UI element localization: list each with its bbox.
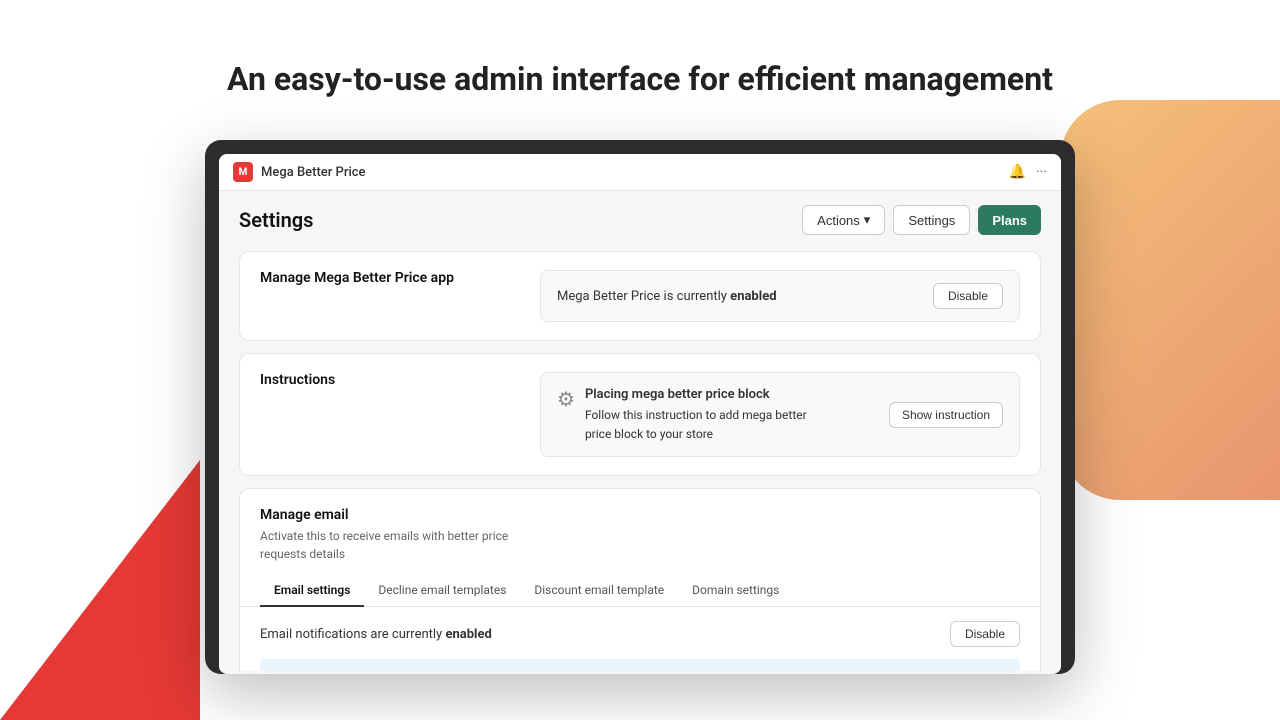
settings-title: Settings [239, 208, 313, 232]
gear-icon: ⚙ [557, 387, 575, 411]
plans-button[interactable]: Plans [978, 205, 1041, 235]
tab-domain-settings[interactable]: Domain settings [678, 575, 793, 607]
manage-app-card: Manage Mega Better Price app Mega Better… [239, 251, 1041, 341]
info-box: Create new sales channel with Mega Bette… [260, 659, 1020, 671]
settings-area: Settings Actions ▾ Settings Plans Manage… [219, 191, 1061, 671]
app-name: Mega Better Price [261, 165, 1009, 180]
app-status-text: Mega Better Price is currently enabled [557, 289, 777, 304]
laptop-screen: M Mega Better Price 🔔 ··· Settings Actio… [219, 154, 1061, 674]
topbar: M Mega Better Price 🔔 ··· [219, 154, 1061, 191]
manage-email-label: Manage email Activate this to receive em… [260, 507, 540, 563]
email-status-row: Email notifications are currently enable… [260, 621, 1020, 647]
manage-email-card: Manage email Activate this to receive em… [239, 488, 1041, 671]
tab-discount-template[interactable]: Discount email template [520, 575, 678, 607]
disable-app-button[interactable]: Disable [933, 283, 1003, 309]
settings-button[interactable]: Settings [893, 205, 970, 235]
instructions-card: Instructions ⚙ Placing mega better price… [239, 353, 1041, 476]
more-icon[interactable]: ··· [1036, 164, 1047, 180]
tab-decline-templates[interactable]: Decline email templates [364, 575, 520, 607]
instructions-content: ⚙ Placing mega better price block Follow… [540, 372, 1020, 457]
instruction-text: Placing mega better price block Follow t… [585, 385, 807, 444]
tab-email-settings[interactable]: Email settings [260, 575, 364, 607]
disable-email-button[interactable]: Disable [950, 621, 1020, 647]
settings-header: Settings Actions ▾ Settings Plans [239, 205, 1041, 235]
instruction-box: ⚙ Placing mega better price block Follow… [540, 372, 1020, 457]
actions-button[interactable]: Actions ▾ [802, 205, 885, 235]
instructions-label: Instructions [260, 372, 540, 388]
page-heading: An easy-to-use admin interface for effic… [227, 60, 1053, 98]
notification-icon[interactable]: 🔔 [1009, 164, 1026, 180]
show-instruction-button[interactable]: Show instruction [889, 402, 1003, 428]
laptop-frame: M Mega Better Price 🔔 ··· Settings Actio… [205, 140, 1075, 674]
app-logo: M [233, 162, 253, 182]
manage-app-label: Manage Mega Better Price app [260, 270, 540, 286]
topbar-icons: 🔔 ··· [1009, 164, 1047, 180]
app-status-row: Mega Better Price is currently enabled D… [540, 270, 1020, 322]
decorative-orange-shape [1060, 100, 1280, 500]
email-tabs: Email settings Decline email templates D… [240, 575, 1040, 607]
email-status-text: Email notifications are currently enable… [260, 627, 492, 642]
decorative-red-triangle [0, 460, 200, 720]
header-buttons: Actions ▾ Settings Plans [802, 205, 1041, 235]
manage-app-content: Mega Better Price is currently enabled D… [540, 270, 1020, 322]
email-content: Email notifications are currently enable… [240, 607, 1040, 671]
